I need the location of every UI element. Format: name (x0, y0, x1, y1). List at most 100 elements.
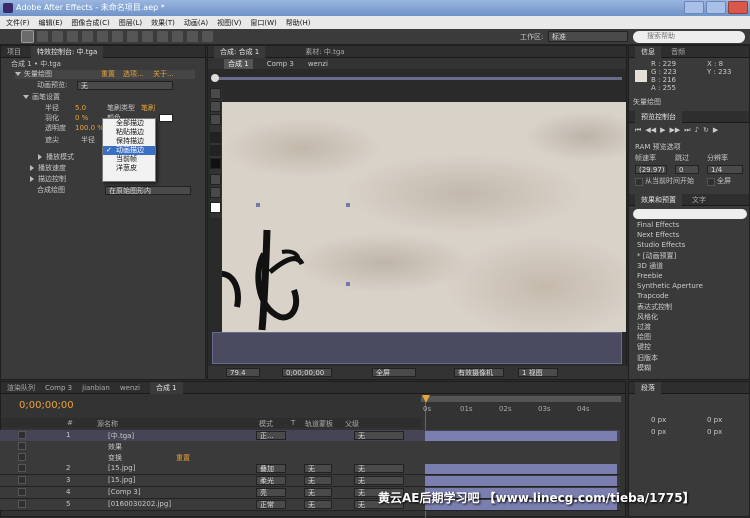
table-row[interactable]: 2 [15.jpg] 叠加 无 无 (0, 463, 620, 475)
effects-item[interactable]: 风格化 (637, 312, 658, 322)
effects-item[interactable]: 3D 通道 (637, 261, 663, 271)
layer-duration-bar[interactable] (425, 464, 617, 474)
layer-name[interactable]: 效果 (108, 442, 122, 452)
first-frame-icon[interactable]: ⏮ (635, 126, 641, 135)
camera-tool-icon[interactable] (82, 31, 93, 42)
pen-tool-icon[interactable] (127, 31, 138, 42)
composite-paint-select[interactable]: 在原始图形内 (105, 186, 191, 195)
layer-name[interactable]: [Comp 3] (108, 488, 141, 496)
zoom-select[interactable]: 79.4 (226, 368, 260, 377)
color-swatch[interactable] (159, 114, 173, 122)
fullscreen-checkbox[interactable] (707, 178, 715, 186)
composite-paint-item[interactable]: 合成绘图 (37, 186, 65, 195)
paintbrush-tool-icon[interactable] (210, 101, 221, 112)
brush-size-large-icon[interactable] (210, 132, 221, 143)
playback-mode-item[interactable]: 播放模式 (46, 153, 74, 161)
layer-duration-bar[interactable] (425, 431, 617, 441)
layer-name[interactable]: [15.jpg] (108, 464, 135, 472)
ram-options[interactable]: RAM 预览选项 (635, 143, 681, 152)
tab-audio[interactable]: 音频 (671, 47, 685, 57)
effects-item[interactable]: Final Effects (637, 220, 679, 230)
stroke-control-item[interactable]: 描边控制 (38, 175, 66, 183)
framerate-select[interactable]: (29.97) (635, 165, 667, 174)
layer-parent-select[interactable]: 无 (354, 476, 404, 485)
layer-track-select[interactable]: 无 (304, 464, 332, 473)
effects-item[interactable]: Freebie (637, 271, 663, 281)
menu-animation[interactable]: 动画(A) (184, 18, 208, 29)
layer-mode-select[interactable]: 亮 (256, 488, 286, 497)
pointer-tool-icon[interactable] (210, 88, 221, 99)
tab-effects-presets[interactable]: 效果和预置 (635, 193, 682, 206)
tab-info[interactable]: 信息 (635, 45, 661, 58)
layer-track-select[interactable]: 无 (304, 476, 332, 485)
animation-preview-select[interactable]: 无 (77, 81, 173, 90)
menu-edit[interactable]: 编辑(E) (39, 18, 63, 29)
brush-square-icon[interactable] (210, 158, 221, 169)
effects-item[interactable]: Trapcode (637, 291, 669, 301)
maximize-button[interactable] (706, 1, 726, 14)
visibility-toggle-icon[interactable] (18, 476, 26, 484)
layer-parent-select[interactable]: 无 (354, 431, 404, 440)
effects-item[interactable]: Studio Effects (637, 240, 685, 250)
menu-view[interactable]: 视图(V) (217, 18, 241, 29)
layer-reset-link[interactable]: 重置 (176, 453, 190, 463)
brush-settings-section[interactable]: 画笔设置 (32, 93, 60, 101)
tab-paragraph[interactable]: 段落 (635, 381, 661, 394)
text-tool-icon[interactable] (142, 31, 153, 42)
opacity-value[interactable]: 100.0 % (75, 124, 104, 133)
from-current-checkbox[interactable] (635, 178, 643, 186)
effects-item[interactable]: 过渡 (637, 322, 651, 332)
tab-composition[interactable]: 合成: 合成 1 (214, 45, 266, 58)
breadcrumb-wenzi[interactable]: wenzi (308, 60, 328, 68)
tab-footage[interactable]: 素材: 中.tga (305, 47, 344, 57)
popup-item-current-frame[interactable]: 当前帧 (103, 155, 155, 164)
camera-select[interactable]: 有效摄像机 (454, 368, 504, 377)
layer-mode-select[interactable]: 正... (256, 431, 286, 440)
clone-stamp-tool-icon[interactable] (172, 31, 183, 42)
tab-wenzi[interactable]: wenzi (120, 384, 140, 392)
about-link[interactable]: 关于... (153, 70, 174, 79)
reset-link[interactable]: 重置 (101, 70, 115, 79)
visibility-toggle-icon[interactable] (18, 488, 26, 496)
playback-speed-item[interactable]: 播放速度 (38, 164, 66, 172)
layer-mode-select[interactable]: 正常 (256, 500, 286, 509)
undo-stroke-icon[interactable] (210, 174, 221, 185)
table-row[interactable]: 3 [15.jpg] 柔光 无 无 (0, 475, 620, 487)
indent-first[interactable]: 0 px (651, 428, 666, 437)
composition-canvas[interactable] (222, 102, 626, 332)
visibility-toggle-icon[interactable] (18, 453, 26, 461)
popup-item-animate-strokes[interactable]: 动画描边 (103, 146, 155, 155)
tab-jianbian[interactable]: jianbian (82, 384, 110, 392)
play-icon[interactable]: ▶ (660, 126, 665, 135)
indent-left[interactable]: 0 px (651, 416, 666, 425)
popup-item-paste-strokes[interactable]: 粘贴描边 (103, 128, 155, 137)
puppet-tool-icon[interactable] (202, 31, 213, 42)
options-link[interactable]: 选项... (123, 70, 144, 79)
resolution-select-preview[interactable]: 1/4 (707, 165, 743, 174)
tab-render-queue[interactable]: 渲染队列 (7, 383, 35, 393)
ram-preview-icon[interactable]: ▶ (713, 126, 718, 135)
visibility-toggle-icon[interactable] (18, 500, 26, 508)
visibility-toggle-icon[interactable] (18, 431, 26, 439)
audio-icon[interactable]: ♪ (695, 126, 699, 135)
layer-name[interactable]: [中.tga] (108, 431, 134, 441)
menu-composition[interactable]: 图像合成(C) (71, 18, 109, 29)
radius-value[interactable]: 5.0 (75, 104, 86, 113)
layer-parent-select[interactable]: 无 (354, 464, 404, 473)
tab-effect-controls[interactable]: 特效控制台: 中.tga (31, 45, 104, 58)
layer-duration-bar[interactable] (425, 476, 617, 486)
prev-frame-icon[interactable]: ◀◀ (645, 126, 656, 135)
breadcrumb-comp3[interactable]: Comp 3 (267, 60, 294, 68)
layer-track-select[interactable]: 无 (304, 500, 332, 509)
effects-item[interactable]: 键控 (637, 342, 651, 352)
layer-name[interactable]: [15.jpg] (108, 476, 135, 484)
color-chip-icon[interactable] (210, 202, 221, 213)
effects-item[interactable]: Next Effects (637, 230, 679, 240)
skip-input[interactable]: 0 (675, 165, 699, 174)
layer-mode-select[interactable]: 柔光 (256, 476, 286, 485)
work-area-bar[interactable] (421, 396, 621, 402)
loop-icon[interactable]: ↻ (703, 126, 709, 135)
visibility-toggle-icon[interactable] (18, 442, 26, 450)
indent-right[interactable]: 0 px (707, 416, 722, 425)
minimize-button[interactable] (684, 1, 704, 14)
